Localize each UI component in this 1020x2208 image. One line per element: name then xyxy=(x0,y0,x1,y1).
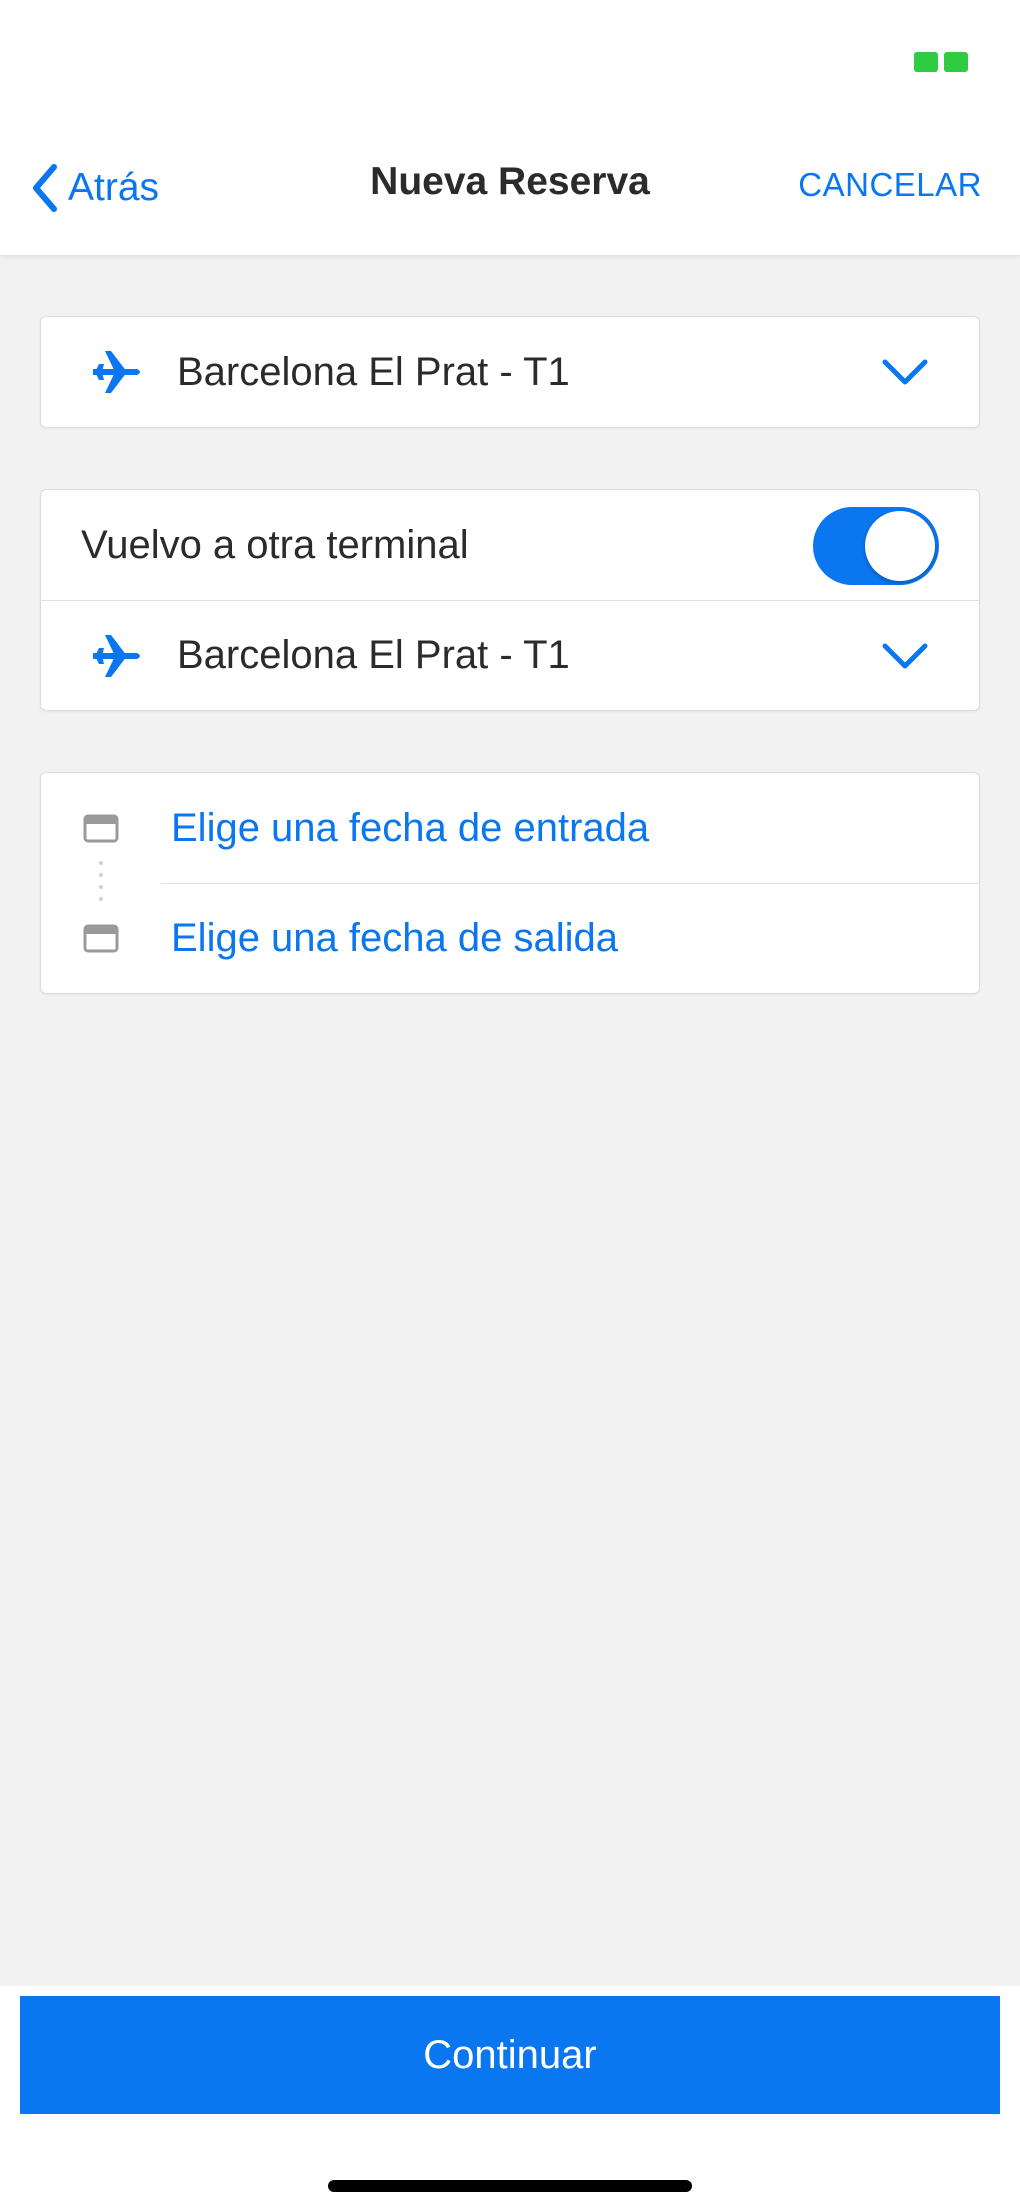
continue-button[interactable]: Continuar xyxy=(20,1996,1000,2114)
chevron-down-icon xyxy=(882,643,928,668)
airplane-icon xyxy=(87,634,143,677)
return-terminal-toggle[interactable] xyxy=(813,507,939,585)
return-toggle-row: Vuelvo a otra terminal xyxy=(41,490,979,600)
navigation-bar: Atrás Nueva Reserva CANCELAR xyxy=(0,120,1020,256)
cancel-button[interactable]: CANCELAR xyxy=(798,166,982,204)
departure-terminal-card: Barcelona El Prat - T1 xyxy=(40,316,980,428)
departure-terminal-label: Barcelona El Prat - T1 xyxy=(177,349,570,394)
return-terminal-card: Vuelvo a otra terminal Barcelona El Prat… xyxy=(40,489,980,711)
return-toggle-label: Vuelvo a otra terminal xyxy=(81,522,469,567)
toggle-knob xyxy=(865,511,935,581)
chevron-down-icon xyxy=(882,359,928,385)
exit-date-label: Elige una fecha de salida xyxy=(171,915,618,960)
entry-date-picker[interactable]: Elige una fecha de entrada xyxy=(41,773,979,883)
airplane-icon xyxy=(87,351,143,393)
return-terminal-label: Barcelona El Prat - T1 xyxy=(177,633,570,677)
calendar-icon xyxy=(83,814,119,843)
entry-date-label: Elige una fecha de entrada xyxy=(171,805,650,850)
departure-terminal-select[interactable]: Barcelona El Prat - T1 xyxy=(41,317,979,427)
dates-card: Elige una fecha de entrada Elige una fec… xyxy=(40,772,980,994)
status-bar xyxy=(0,0,1020,120)
home-indicator xyxy=(328,2180,692,2192)
exit-date-picker[interactable]: Elige una fecha de salida xyxy=(41,883,979,993)
return-terminal-select[interactable]: Barcelona El Prat - T1 xyxy=(41,600,979,710)
bottom-bar: Continuar xyxy=(0,1986,1020,2208)
calendar-icon xyxy=(83,924,119,953)
screen-recording-indicator xyxy=(914,52,968,72)
